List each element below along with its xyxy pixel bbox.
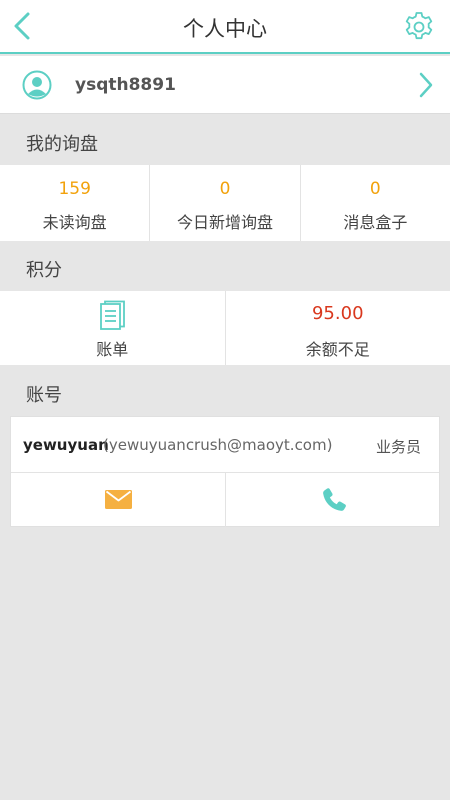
username: ysqth8891 <box>75 75 176 95</box>
account-row[interactable]: yewuyuan (yewuyuancrush@maoyt.com) 业务员 <box>11 417 439 473</box>
mail-button[interactable] <box>11 473 225 527</box>
account-email: (yewuyuancrush@maoyt.com) <box>103 436 333 454</box>
mail-icon <box>105 490 132 509</box>
stat-label: 消息盒子 <box>343 213 408 232</box>
stat-value: 0 <box>219 179 231 199</box>
balance-cell[interactable]: 95.00 余额不足 <box>224 291 450 365</box>
account-actions <box>11 473 439 527</box>
top-bar: 个人中心 <box>0 0 450 54</box>
avatar-icon <box>22 70 52 100</box>
account-card: yewuyuan (yewuyuancrush@maoyt.com) 业务员 <box>10 416 440 527</box>
inquiry-stats: 159 未读询盘 0 今日新增询盘 0 消息盒子 <box>0 165 450 241</box>
section-title-account: 账号 <box>26 385 62 406</box>
balance-label: 余额不足 <box>305 340 370 359</box>
stat-today-new-inquiry[interactable]: 0 今日新增询盘 <box>149 165 299 241</box>
stat-label: 未读询盘 <box>42 213 107 232</box>
points-stats: 账单 95.00 余额不足 <box>0 291 450 365</box>
chevron-right-icon[interactable] <box>418 71 434 99</box>
stat-message-box[interactable]: 0 消息盒子 <box>299 165 450 241</box>
stat-unread-inquiry[interactable]: 159 未读询盘 <box>0 165 149 241</box>
account-role: 业务员 <box>375 438 421 456</box>
section-title-inquiry: 我的询盘 <box>26 134 98 155</box>
gear-icon[interactable] <box>403 11 435 43</box>
phone-icon <box>322 488 346 511</box>
section-title-points: 积分 <box>26 260 62 281</box>
balance-value: 95.00 <box>311 303 364 324</box>
bill-icon <box>100 300 125 330</box>
phone-button[interactable] <box>224 473 440 527</box>
user-profile-row[interactable]: ysqth8891 <box>0 56 450 114</box>
account-name: yewuyuan <box>23 436 109 454</box>
stat-value: 159 <box>58 179 91 199</box>
page-title: 个人中心 <box>183 17 267 41</box>
stat-label: 今日新增询盘 <box>176 213 273 232</box>
bill-label: 账单 <box>96 340 129 359</box>
bill-cell[interactable]: 账单 <box>0 291 225 365</box>
stat-value: 0 <box>369 179 381 199</box>
